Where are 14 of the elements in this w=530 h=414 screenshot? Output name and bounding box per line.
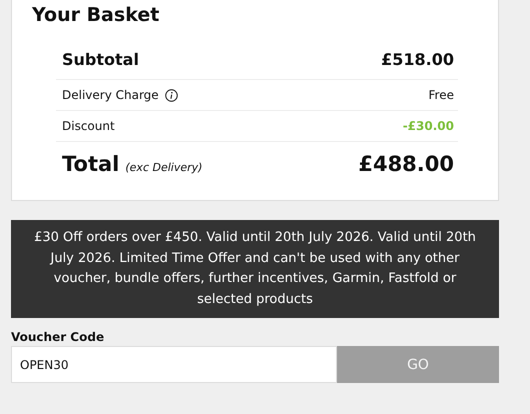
voucher-label: Voucher Code [11,330,106,344]
row-label: Total [62,152,120,176]
row-value: -£30.00 [402,119,454,133]
offer-banner: £30 Off orders over £450. Valid until 20th July 2026. Valid until 20th July 2026. Limited Time Offer and can't be used with any other voucher, bundle offers, further incentives, Garmin, Fastfold or selected products [11,220,499,318]
voucher-input[interactable]: OPEN30 [11,346,337,383]
row-label: Subtotal [62,50,139,69]
row-value: Free [428,88,454,102]
info-icon[interactable] [164,88,178,102]
row-note: (exc Delivery) [125,161,202,174]
row-value: £518.00 [381,50,454,69]
row-label: Delivery Charge [62,88,159,102]
basket-title: Your Basket [32,4,160,26]
row-value: £488.00 [358,152,454,176]
row-label: Discount [62,119,115,133]
